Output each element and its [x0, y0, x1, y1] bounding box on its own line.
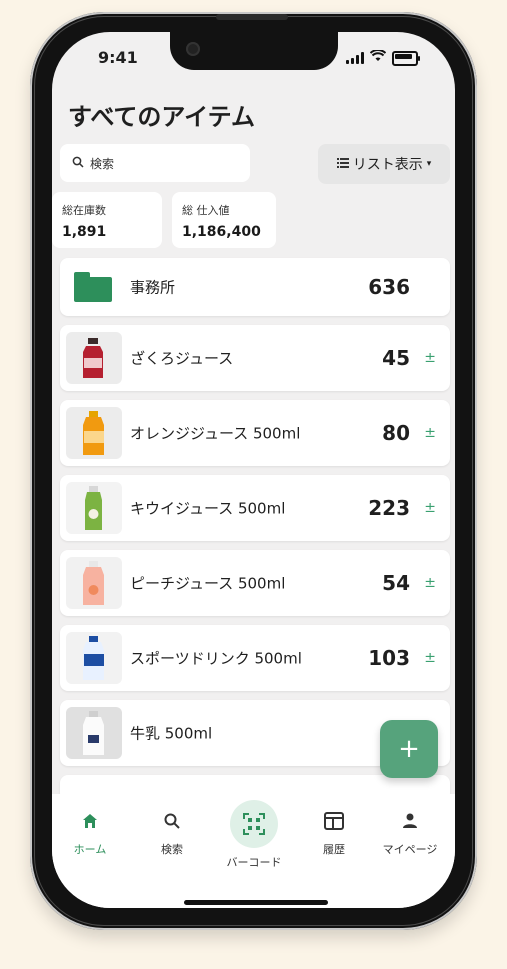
- search-icon: [136, 812, 208, 835]
- notch: [170, 32, 338, 70]
- add-item-button[interactable]: +: [380, 720, 438, 778]
- item-count: 103: [368, 646, 410, 670]
- list-item[interactable]: スポーツドリンク 500ml 103 ±: [60, 625, 450, 691]
- stat-label: 総 仕入値: [182, 204, 230, 217]
- plus-minus-icon[interactable]: ±: [424, 500, 436, 516]
- tab-home[interactable]: ホーム: [54, 812, 126, 857]
- page-title: すべてのアイテム: [68, 103, 255, 131]
- item-name: ピーチジュース 500ml: [130, 574, 286, 593]
- tab-history[interactable]: 履歴: [298, 812, 370, 857]
- battery-icon: [392, 50, 420, 66]
- plus-minus-icon[interactable]: ±: [424, 350, 436, 366]
- list-item[interactable]: オレンジジュース 500ml 80 ±: [60, 400, 450, 466]
- peach-juice-bottle-thumbnail: [66, 557, 122, 609]
- tab-label: ホーム: [73, 843, 107, 856]
- tab-label: 検索: [161, 843, 183, 856]
- plus-minus-icon[interactable]: ±: [424, 425, 436, 441]
- stat-value: 1,186,400: [182, 224, 261, 240]
- history-icon: [298, 812, 370, 835]
- item-name: ざくろジュース: [130, 349, 234, 368]
- list-icon: [336, 156, 349, 172]
- speaker: [216, 14, 288, 20]
- item-name: スポーツドリンク 500ml: [130, 649, 302, 668]
- tab-barcode[interactable]: バーコード: [218, 854, 290, 870]
- item-name: 事務所: [130, 278, 176, 297]
- signal-icon: [346, 52, 364, 64]
- item-count: 54: [382, 571, 410, 595]
- list-item[interactable]: ざくろジュース 45 ±: [60, 325, 450, 391]
- orange-juice-bottle-thumbnail: [66, 407, 122, 459]
- pomegranate-bottle-thumbnail: [66, 332, 122, 384]
- home-icon: [54, 812, 126, 835]
- phone-screen: 9:41 すべてのアイテム 検索 リスト表示 ▾ 総在庫数 1,891 総 仕入…: [52, 32, 455, 908]
- view-toggle-label: リスト表示: [352, 157, 423, 173]
- folder-icon: [74, 272, 112, 302]
- stat-total-stock: 総在庫数 1,891: [52, 192, 162, 248]
- tab-label: 履歴: [323, 843, 345, 856]
- home-indicator: [184, 900, 328, 905]
- stat-total-cost: 総 仕入値 1,186,400: [172, 192, 276, 248]
- item-name: キウイジュース 500ml: [130, 499, 286, 518]
- person-icon: [374, 812, 446, 835]
- view-toggle-button[interactable]: リスト表示 ▾: [318, 144, 450, 184]
- item-name: オレンジジュース 500ml: [130, 424, 301, 443]
- bottom-tab-bar: ホーム 検索 バーコード 履歴 マイページ: [52, 794, 455, 908]
- item-count: 45: [382, 346, 410, 370]
- item-count: 636: [368, 275, 410, 299]
- search-icon: [72, 156, 84, 171]
- wifi-icon: [369, 49, 387, 66]
- plus-minus-icon[interactable]: ±: [424, 575, 436, 591]
- item-count: 223: [368, 496, 410, 520]
- list-item[interactable]: ピーチジュース 500ml 54 ±: [60, 550, 450, 616]
- status-time: 9:41: [98, 48, 138, 67]
- chevron-down-icon: ▾: [426, 159, 432, 169]
- stat-value: 1,891: [62, 224, 107, 240]
- tab-search[interactable]: 検索: [136, 812, 208, 857]
- status-icons: [346, 49, 420, 66]
- camera: [186, 42, 200, 56]
- plus-minus-icon[interactable]: ±: [424, 650, 436, 666]
- stats-row: 総在庫数 1,891 総 仕入値 1,186,400: [52, 192, 276, 248]
- search-placeholder: 検索: [90, 156, 115, 171]
- kiwi-juice-bottle-thumbnail: [66, 482, 122, 534]
- sports-drink-bottle-thumbnail: [66, 632, 122, 684]
- milk-bottle-thumbnail: [66, 707, 122, 759]
- list-item[interactable]: キウイジュース 500ml 223 ±: [60, 475, 450, 541]
- tab-mypage[interactable]: マイページ: [374, 812, 446, 857]
- item-name: 牛乳 500ml: [130, 724, 213, 743]
- tab-label: マイページ: [382, 843, 438, 856]
- barcode-scan-icon[interactable]: [230, 800, 278, 848]
- search-input[interactable]: 検索: [60, 144, 250, 182]
- list-item-folder[interactable]: 事務所 636: [60, 258, 450, 316]
- stat-label: 総在庫数: [62, 204, 106, 217]
- item-count: 80: [382, 421, 410, 445]
- tab-label: バーコード: [226, 856, 282, 869]
